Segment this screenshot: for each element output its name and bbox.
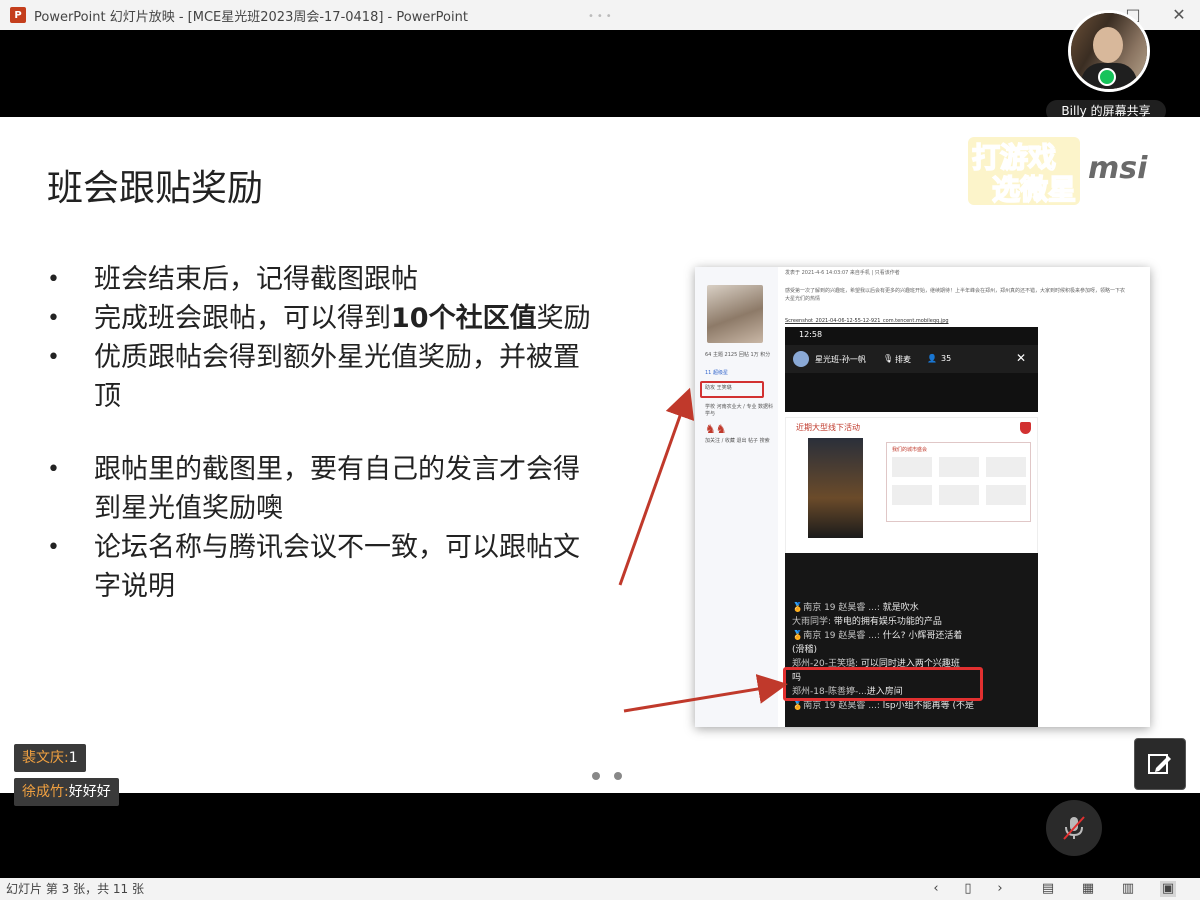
arrow-to-user <box>618 387 695 586</box>
bullet-text-tail: 奖励 <box>536 303 591 334</box>
forum-post: 发表于 2021-4-6 14:03:07 来自手机 | 只看该作者 感受第一次… <box>783 267 1145 727</box>
poster-panel-title: 我们的城市盛会 <box>892 447 928 453</box>
bullet-dot: • <box>47 457 60 482</box>
chat-sender: 裴文庆: <box>22 750 69 766</box>
bullet-text: 优质跟帖会得到额外星光值奖励，并被置顶 <box>94 342 580 412</box>
bullet-item: • 完成班会跟帖，可以得到10个社区值奖励 <box>47 299 597 338</box>
post-paragraph: 感受第一次了解到的兴趣班，希望我以后会有更多的兴趣班开始，继续期待！上半年峰会在… <box>785 288 1126 302</box>
bullet-dot: • <box>47 306 60 331</box>
forum-user-sidebar: 64 主题 2125 回帖 1万 积分 11 超级星 助攻 王笑璐 学校 河南农… <box>695 267 778 727</box>
chat-bubble: 徐成竹:好好好 <box>14 778 119 806</box>
annotate-button[interactable] <box>1134 738 1186 790</box>
user-info: 学校 河南农业大 / 专业 数据科学与 <box>705 404 774 417</box>
poster-thumb <box>939 485 979 505</box>
microphone-button[interactable] <box>1046 800 1102 856</box>
phone-screenshot: 12:58 星光班-孙一帆 🎙 排麦 👤 35 ✕ <box>785 327 1038 412</box>
bullet-text: 班会结束后，记得截图跟帖 <box>94 264 418 295</box>
slide-sorter-icon[interactable]: ▦ <box>1080 881 1096 897</box>
slide-menu-icon[interactable]: ▯ <box>960 881 976 897</box>
poster-thumb <box>892 485 932 505</box>
poster-title: 近期大型线下活动 <box>796 423 860 432</box>
status-bar: 幻灯片 第 3 张，共 11 张 ‹ ▯ › ▤ ▦ ▥ ▣ <box>0 878 1200 900</box>
highlight-box-chat <box>783 667 983 701</box>
poster-panel: 我们的城市盛会 <box>886 442 1031 522</box>
person-icon: 👤 <box>927 354 937 363</box>
voice-room-chat: 🏅南京 19 赵昊睿 ...: 就是吹水 大雨同学: 带电的拥有娱乐功能的产品 … <box>783 553 1038 727</box>
chat-line: 大雨同学: 带电的拥有娱乐功能的产品 <box>792 617 942 627</box>
event-poster: 近期大型线下活动 我们的城市盛会 <box>785 417 1038 554</box>
post-meta: 发表于 2021-4-6 14:03:07 来自手机 | 只看该作者 <box>785 270 900 276</box>
titlebar-grip-icon[interactable]: ••• <box>588 11 615 22</box>
game-logo: 打游戏 选微星 <box>968 137 1080 207</box>
chat-line: 🏅南京 19 赵昊睿 ...: lsp小组不能再等 (不是 <box>792 701 975 711</box>
mic-queue-icon: 🎙 <box>883 354 894 363</box>
poster-thumb <box>892 457 932 477</box>
mic-muted-icon <box>1063 816 1085 840</box>
chat-text: 好好好 <box>68 784 111 800</box>
chat-sender: 徐成竹: <box>22 784 69 800</box>
slide-counter: 幻灯片 第 3 张，共 11 张 <box>6 882 144 896</box>
bullet-text: 跟帖里的截图里，要有自己的发言才会得到星光值奖励噢 <box>94 454 580 524</box>
msi-logo: msi <box>1088 151 1148 186</box>
chat-line: 🏅南京 19 赵昊睿 ...: 就是吹水 <box>792 603 919 613</box>
close-button[interactable]: ✕ <box>1168 4 1190 26</box>
chat-bubble: 裴文庆:1 <box>14 744 86 772</box>
poster-image <box>808 438 863 538</box>
phone-time: 12:58 <box>799 330 823 339</box>
bullet-item: • 班会结束后，记得截图跟帖 <box>47 260 597 299</box>
room-avatar <box>793 351 809 367</box>
user-footer: 加关注 / 收藏 退出 帖子 搜索 <box>705 438 770 444</box>
bullet-text: 论坛名称与腾讯会议不一致，可以跟帖文字说明 <box>94 532 580 602</box>
bullet-dot: • <box>47 345 60 370</box>
phone-close-icon: ✕ <box>1016 351 1027 365</box>
avatar-face <box>1093 27 1123 63</box>
nav-dot[interactable] <box>592 772 600 780</box>
bullet-dot: • <box>47 267 60 292</box>
poster-thumb <box>986 457 1026 477</box>
slideshow-view-icon[interactable]: ▣ <box>1160 881 1176 897</box>
bullet-list: • 班会结束后，记得截图跟帖 • 完成班会跟帖，可以得到10个社区值奖励 • 优… <box>47 260 597 606</box>
nav-dot[interactable] <box>614 772 622 780</box>
chat-line: (滑稽) <box>792 645 818 655</box>
reading-view-icon[interactable]: ▥ <box>1120 881 1136 897</box>
chat-text: 1 <box>68 750 78 766</box>
logo-game-line1: 打游戏 <box>972 141 1056 174</box>
room-rank: 排麦 <box>895 355 911 364</box>
bullet-item: • 优质跟帖会得到额外星光值奖励，并被置顶 <box>47 338 597 416</box>
normal-view-icon[interactable]: ▤ <box>1040 881 1056 897</box>
poster-thumb <box>939 457 979 477</box>
msi-shield-icon <box>1020 422 1031 434</box>
user-stats: 64 主题 2125 回帖 1万 积分 <box>705 352 771 358</box>
bullet-item: • 跟帖里的截图里，要有自己的发言才会得到星光值奖励噢 <box>47 450 597 528</box>
bullet-dot: • <box>47 535 60 560</box>
bullet-text-lead: 完成班会跟帖，可以得到 <box>94 303 391 334</box>
logo-game-line2: 选微星 <box>992 173 1076 206</box>
phone-room-bar: 星光班-孙一帆 🎙 排麦 👤 35 ✕ <box>785 345 1038 373</box>
powerpoint-app-icon: P <box>10 7 26 23</box>
forum-screenshot: 64 主题 2125 回帖 1万 积分 11 超级星 助攻 王笑璐 学校 河南农… <box>695 267 1150 727</box>
user-group: 11 超级星 <box>705 370 728 376</box>
previous-slide-icon[interactable]: ‹ <box>928 881 944 897</box>
user-photo <box>707 285 763 343</box>
slide-nav-dots[interactable] <box>592 772 622 780</box>
room-count: 35 <box>941 354 952 363</box>
bullet-text: 完成班会跟帖，可以得到10个社区值奖励 <box>94 299 597 338</box>
window-titlebar: P PowerPoint 幻灯片放映 - [MCE星光班2023周会-17-04… <box>0 0 1200 30</box>
next-slide-icon[interactable]: › <box>992 881 1008 897</box>
poster-thumb <box>986 485 1026 505</box>
post-file-name: Screenshot_2021-04-06-12-55-12-921_com.t… <box>785 318 949 324</box>
chat-line: 🏅南京 19 赵昊睿 ...: 什么? 小辉哥还活着 <box>792 631 963 641</box>
slide-canvas: 班会跟贴奖励 打游戏 选微星 msi • 班会结束后，记得截图跟帖 • 完成班会… <box>0 117 1200 793</box>
room-name: 星光班-孙一帆 <box>815 355 866 364</box>
slide-title: 班会跟贴奖励 <box>47 168 264 209</box>
pen-edit-icon <box>1148 754 1171 774</box>
window-title: PowerPoint 幻灯片放映 - [MCE星光班2023周会-17-0418… <box>34 9 468 25</box>
bullet-item: • 论坛名称与腾讯会议不一致，可以跟帖文字说明 <box>47 528 597 606</box>
bullet-text-bold: 10个社区值 <box>391 303 537 334</box>
medal-icons: ♞♞ <box>705 422 727 436</box>
highlight-box-user <box>700 381 764 398</box>
mic-active-icon <box>1098 68 1116 86</box>
